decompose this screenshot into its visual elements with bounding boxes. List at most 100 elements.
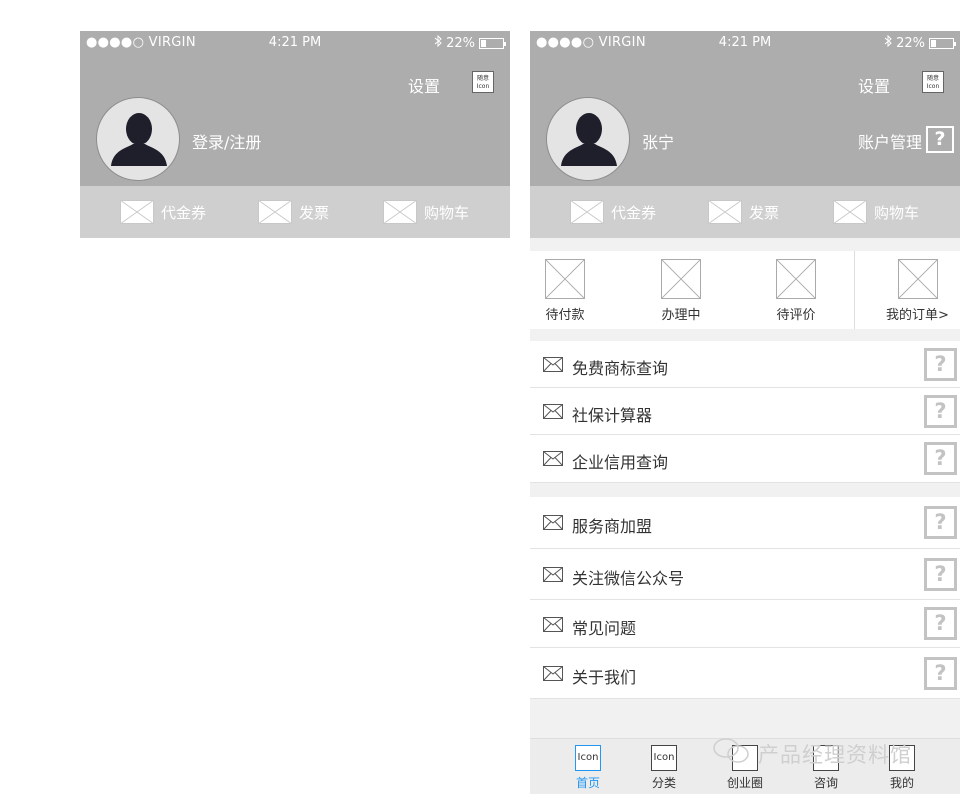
- menu-item-partner-join[interactable]: 服务商加盟 ?: [530, 497, 960, 549]
- settings-button[interactable]: 设置: [858, 73, 890, 97]
- order-label: 办理中: [661, 308, 701, 323]
- shortcut-label: 购物车: [874, 203, 920, 222]
- bluetooth-icon: [884, 34, 892, 51]
- battery-icon: [479, 37, 506, 49]
- cart-icon: [383, 200, 417, 224]
- shortcut-cart[interactable]: 购物车: [833, 200, 919, 224]
- mail-icon: [543, 357, 563, 372]
- shortcut-label: 发票: [299, 203, 330, 222]
- question-icon[interactable]: ?: [924, 348, 957, 381]
- order-to-review[interactable]: 待评价: [766, 259, 826, 323]
- question-icon[interactable]: ?: [926, 126, 954, 153]
- order-processing[interactable]: 办理中: [651, 259, 711, 323]
- menu-label: 服务商加盟: [572, 517, 653, 536]
- shortcut-voucher[interactable]: 代金券: [570, 200, 656, 224]
- menu-item-trademark-search[interactable]: 免费商标查询 ?: [530, 341, 960, 388]
- shortcut-cart[interactable]: 购物车: [383, 200, 469, 224]
- invoice-icon: [258, 200, 292, 224]
- menu-item-follow-wechat[interactable]: 关注微信公众号 ?: [530, 549, 960, 600]
- tab-label: 首页: [575, 776, 600, 790]
- wechat-icon: [712, 736, 752, 771]
- order-label: 我的订单>: [886, 308, 949, 323]
- mail-icon: [543, 515, 563, 530]
- shortcut-bar: 代金券 发票 购物车: [80, 186, 510, 238]
- voucher-icon: [570, 200, 604, 224]
- question-icon[interactable]: ?: [924, 607, 957, 640]
- shortcut-label: 购物车: [424, 203, 470, 222]
- tab-home[interactable]: Icon 首页: [564, 745, 612, 791]
- to-review-icon: [776, 259, 816, 299]
- menu-label: 免费商标查询: [572, 359, 669, 378]
- my-orders-icon: [897, 259, 938, 299]
- question-icon[interactable]: ?: [924, 395, 957, 428]
- home-icon: Icon: [575, 745, 601, 771]
- menu-item-social-security-calculator[interactable]: 社保计算器 ?: [530, 388, 960, 435]
- order-status-row: 待付款 办理中 待评价 我的订单>: [530, 251, 960, 329]
- bluetooth-icon: [434, 34, 442, 51]
- menu-label: 关于我们: [572, 668, 637, 687]
- shortcut-voucher[interactable]: 代金券: [120, 200, 206, 224]
- battery-percent: 22%: [446, 35, 475, 51]
- mail-icon: [543, 404, 563, 419]
- menu-label: 常见问题: [572, 619, 637, 638]
- placeholder-icon-label: 随意 Icon: [476, 75, 490, 90]
- account-management-link[interactable]: 账户管理: [858, 129, 922, 153]
- cart-icon: [833, 200, 867, 224]
- status-bar: ●●●●○ VIRGIN 4:21 PM 22%: [80, 31, 510, 55]
- question-icon[interactable]: ?: [924, 558, 957, 591]
- shortcut-bar: 代金券 发票 购物车: [530, 186, 960, 238]
- watermark: 产品经理资料馆: [712, 736, 912, 771]
- voucher-icon: [120, 200, 154, 224]
- placeholder-icon-label: 随意 Icon: [926, 75, 940, 90]
- menu-item-faq[interactable]: 常见问题 ?: [530, 600, 960, 648]
- pending-payment-icon: [545, 259, 585, 299]
- menu-label: 关注微信公众号: [572, 569, 685, 588]
- tab-label: 咨询: [813, 776, 838, 790]
- watermark-text: 产品经理资料馆: [758, 742, 912, 767]
- user-silhouette-icon: [111, 113, 167, 166]
- shortcut-invoice[interactable]: 发票: [258, 200, 329, 224]
- order-pending-payment[interactable]: 待付款: [535, 259, 595, 323]
- question-icon[interactable]: ?: [924, 442, 957, 475]
- order-label: 待付款: [545, 308, 585, 323]
- menu-item-credit-search[interactable]: 企业信用查询 ?: [530, 435, 960, 483]
- logged-out-profile-screen: ●●●●○ VIRGIN 4:21 PM 22% 设置 随意 Icon 登录/注…: [80, 31, 510, 238]
- profile-header: ●●●●○ VIRGIN 4:21 PM 22% 设置 随意 Icon 登录/注…: [80, 31, 510, 186]
- user-silhouette-icon: [561, 113, 617, 166]
- settings-button[interactable]: 设置: [408, 73, 440, 97]
- tab-label: 分类: [651, 776, 676, 790]
- invoice-icon: [708, 200, 742, 224]
- shortcut-label: 发票: [749, 203, 780, 222]
- login-register-link[interactable]: 登录/注册: [192, 129, 261, 153]
- username: 张宁: [642, 133, 675, 152]
- profile-header: ●●●●○ VIRGIN 4:21 PM 22% 设置 随意 Icon 张宁 账…: [530, 31, 960, 186]
- question-icon[interactable]: ?: [924, 506, 957, 539]
- my-orders-link[interactable]: 我的订单>: [880, 259, 955, 323]
- processing-icon: [661, 259, 701, 299]
- menu-item-about-us[interactable]: 关于我们 ?: [530, 648, 960, 699]
- placeholder-icon[interactable]: 随意 Icon: [472, 71, 494, 93]
- menu-label: 企业信用查询: [572, 453, 669, 472]
- avatar[interactable]: [546, 97, 630, 181]
- category-icon: Icon: [651, 745, 677, 771]
- shortcut-invoice[interactable]: 发票: [708, 200, 779, 224]
- tab-label: 我的: [889, 776, 914, 790]
- tab-category[interactable]: Icon 分类: [640, 745, 688, 791]
- avatar[interactable]: [96, 97, 180, 181]
- battery-icon: [929, 37, 956, 49]
- logged-in-profile-screen: ●●●●○ VIRGIN 4:21 PM 22% 设置 随意 Icon 张宁 账…: [530, 31, 960, 794]
- divider: [854, 251, 855, 329]
- question-icon[interactable]: ?: [924, 657, 957, 690]
- tab-label: 创业圈: [726, 776, 763, 790]
- placeholder-icon[interactable]: 随意 Icon: [922, 71, 944, 93]
- mail-icon: [543, 451, 563, 466]
- battery-percent: 22%: [896, 35, 925, 51]
- shortcut-label: 代金券: [611, 203, 657, 222]
- shortcut-label: 代金券: [161, 203, 207, 222]
- status-bar: ●●●●○ VIRGIN 4:21 PM 22%: [530, 31, 960, 55]
- mail-icon: [543, 666, 563, 681]
- order-label: 待评价: [776, 308, 816, 323]
- mail-icon: [543, 617, 563, 632]
- mail-icon: [543, 567, 563, 582]
- menu-label: 社保计算器: [572, 406, 653, 425]
